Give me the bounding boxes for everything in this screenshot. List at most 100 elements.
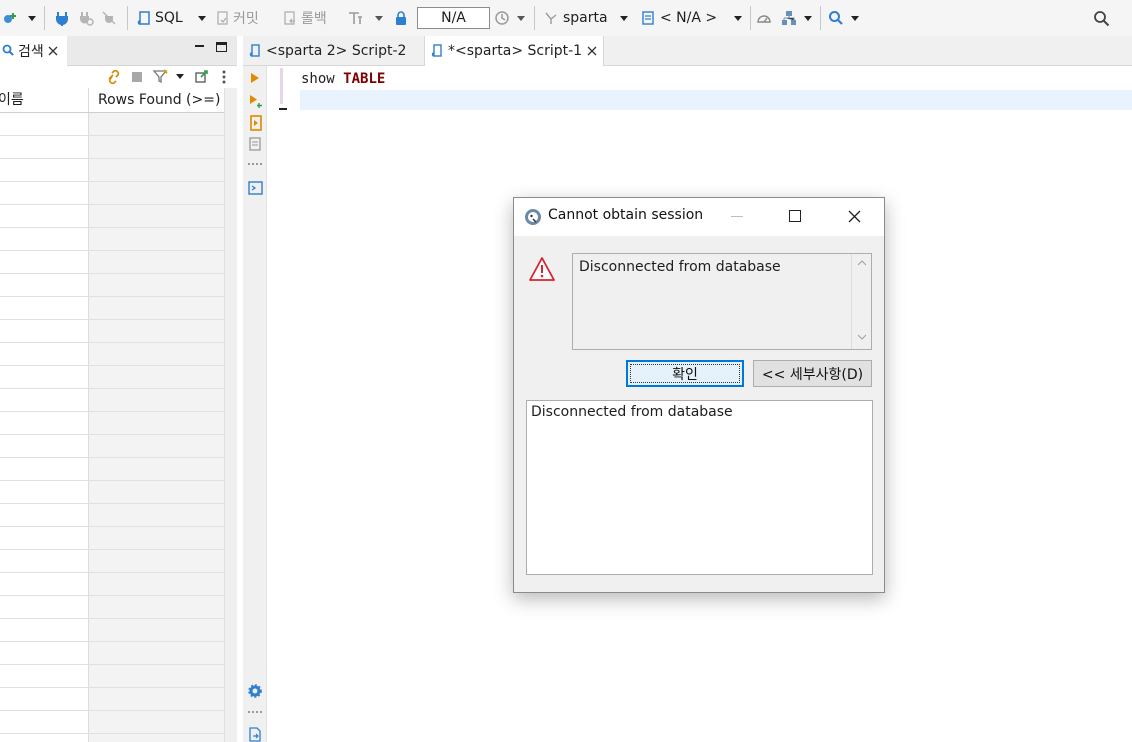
vertical-scrollbar[interactable]: [224, 88, 237, 742]
export-script-icon[interactable]: [248, 727, 262, 742]
chevron-down-icon[interactable]: [857, 334, 867, 340]
datasource-dropdown[interactable]: [620, 0, 628, 36]
execute-in-new-tab-icon[interactable]: [249, 94, 263, 108]
execute-script-icon[interactable]: [249, 115, 263, 131]
datasource-label: sparta: [563, 10, 608, 26]
invalidate-reconnect-button[interactable]: [78, 0, 94, 36]
tab-search[interactable]: 검색: [0, 36, 67, 66]
filter-config-icon[interactable]: [152, 68, 170, 86]
schema-selector[interactable]: < N/A >: [642, 0, 717, 36]
grid-row-line: [0, 204, 224, 205]
grid-row-line: [0, 664, 224, 665]
details-toggle-button[interactable]: << 세부사항(D): [753, 360, 872, 387]
new-connection-button[interactable]: [2, 0, 18, 36]
chevron-up-icon[interactable]: [857, 260, 867, 266]
chevron-down-icon[interactable]: [176, 74, 184, 79]
panel-tab-bar: 검색: [0, 36, 237, 66]
rollback-button[interactable]: 롤백: [282, 0, 327, 36]
chevron-down-icon: [28, 15, 36, 21]
terminal-icon[interactable]: [248, 181, 263, 195]
new-connection-dropdown[interactable]: [28, 0, 36, 36]
search-dropdown[interactable]: [851, 0, 859, 36]
dialog-title-bar: Cannot obtain session: [514, 198, 884, 236]
transaction-mode-field[interactable]: N/A: [417, 7, 490, 29]
erd-button[interactable]: [781, 0, 797, 36]
sql-editor-button[interactable]: SQL: [137, 0, 183, 36]
dashboard-button[interactable]: [756, 0, 772, 36]
export-icon[interactable]: [195, 69, 209, 83]
tab-script-1[interactable]: *<sparta> Script-1: [424, 36, 604, 66]
main-toolbar: SQL 커밋 롤백 N/A sparta < N/A >: [0, 0, 1132, 36]
grid-row-line: [0, 434, 224, 435]
header-divider: [0, 112, 224, 113]
grid-row-line: [0, 411, 224, 412]
grid-row-line: [0, 273, 224, 274]
toolbar-divider: [750, 6, 751, 30]
history-dropdown[interactable]: [517, 0, 525, 36]
error-details-box[interactable]: Disconnected from database: [526, 400, 873, 575]
grid-row-line: [0, 641, 224, 642]
toolbar-divider: [534, 6, 535, 30]
code-line-1[interactable]: show TABLE: [301, 71, 385, 87]
grid-row-line: [0, 595, 224, 596]
stop-icon[interactable]: [132, 72, 142, 82]
close-icon[interactable]: [48, 46, 58, 56]
sql-editor-dropdown[interactable]: [198, 0, 206, 36]
grid-column-background: [89, 112, 224, 742]
chevron-down-icon: [198, 15, 206, 21]
error-message-box[interactable]: Disconnected from database: [572, 253, 872, 350]
chevron-down-icon: [517, 15, 525, 21]
plug-add-icon: [4, 13, 16, 23]
toolbar-divider: [44, 6, 45, 30]
connect-button[interactable]: [55, 0, 69, 36]
plug-icon: [56, 12, 68, 26]
transaction-mode-dropdown[interactable]: [375, 0, 383, 36]
lock-button[interactable]: [394, 0, 408, 36]
reconnect-icon: [80, 12, 94, 26]
sql-editor-label: SQL: [155, 10, 183, 26]
grid-row-line: [0, 250, 224, 251]
grid-row-line: [0, 549, 224, 550]
grid-row-line: [0, 618, 224, 619]
message-scrollbar[interactable]: [851, 254, 871, 349]
maximize-icon[interactable]: [789, 210, 801, 222]
grid-row-line: [0, 181, 224, 182]
history-icon: [495, 11, 509, 25]
search-icon: [2, 44, 14, 56]
grid-row-line: [0, 342, 224, 343]
chevron-down-icon: [804, 15, 812, 21]
grid-row-line: [0, 319, 224, 320]
datasource-selector[interactable]: sparta: [544, 0, 608, 36]
link-icon[interactable]: [106, 69, 122, 85]
maximize-icon[interactable]: [216, 42, 227, 52]
editor-tab-bar: <sparta 2> Script-2 *<sparta> Script-1: [243, 36, 1132, 66]
commit-button[interactable]: 커밋: [214, 0, 259, 36]
disconnect-button[interactable]: [101, 0, 117, 36]
lock-icon: [396, 11, 406, 25]
history-button[interactable]: [494, 0, 510, 36]
toolbar-divider: [820, 6, 821, 30]
app-beaver-icon: [525, 209, 541, 225]
close-icon[interactable]: [848, 210, 861, 223]
execute-icon[interactable]: [250, 72, 260, 84]
chevron-down-icon: [375, 15, 383, 21]
gear-icon[interactable]: [248, 684, 262, 698]
column-header-rows-found[interactable]: Rows Found (>=): [98, 88, 220, 112]
results-grid: 이름 Rows Found (>=): [0, 88, 224, 742]
more-options-icon[interactable]: [221, 69, 227, 85]
minimize-icon[interactable]: [195, 45, 204, 47]
search-button[interactable]: [828, 0, 844, 36]
tab-script-2[interactable]: <sparta 2> Script-2: [243, 36, 423, 66]
rollback-label: 롤백: [301, 11, 327, 27]
explain-plan-icon[interactable]: [249, 137, 261, 151]
close-icon[interactable]: [587, 46, 597, 56]
global-search-button[interactable]: [1093, 0, 1110, 36]
current-line-highlight: [300, 90, 1132, 110]
schema-dropdown[interactable]: [734, 0, 742, 36]
transaction-mode-button[interactable]: [347, 0, 363, 36]
commit-icon: [217, 11, 228, 25]
ok-button[interactable]: 확인: [626, 360, 744, 387]
column-header-name[interactable]: 이름: [0, 88, 24, 112]
script-icon: [249, 44, 260, 57]
erd-dropdown[interactable]: [804, 0, 812, 36]
